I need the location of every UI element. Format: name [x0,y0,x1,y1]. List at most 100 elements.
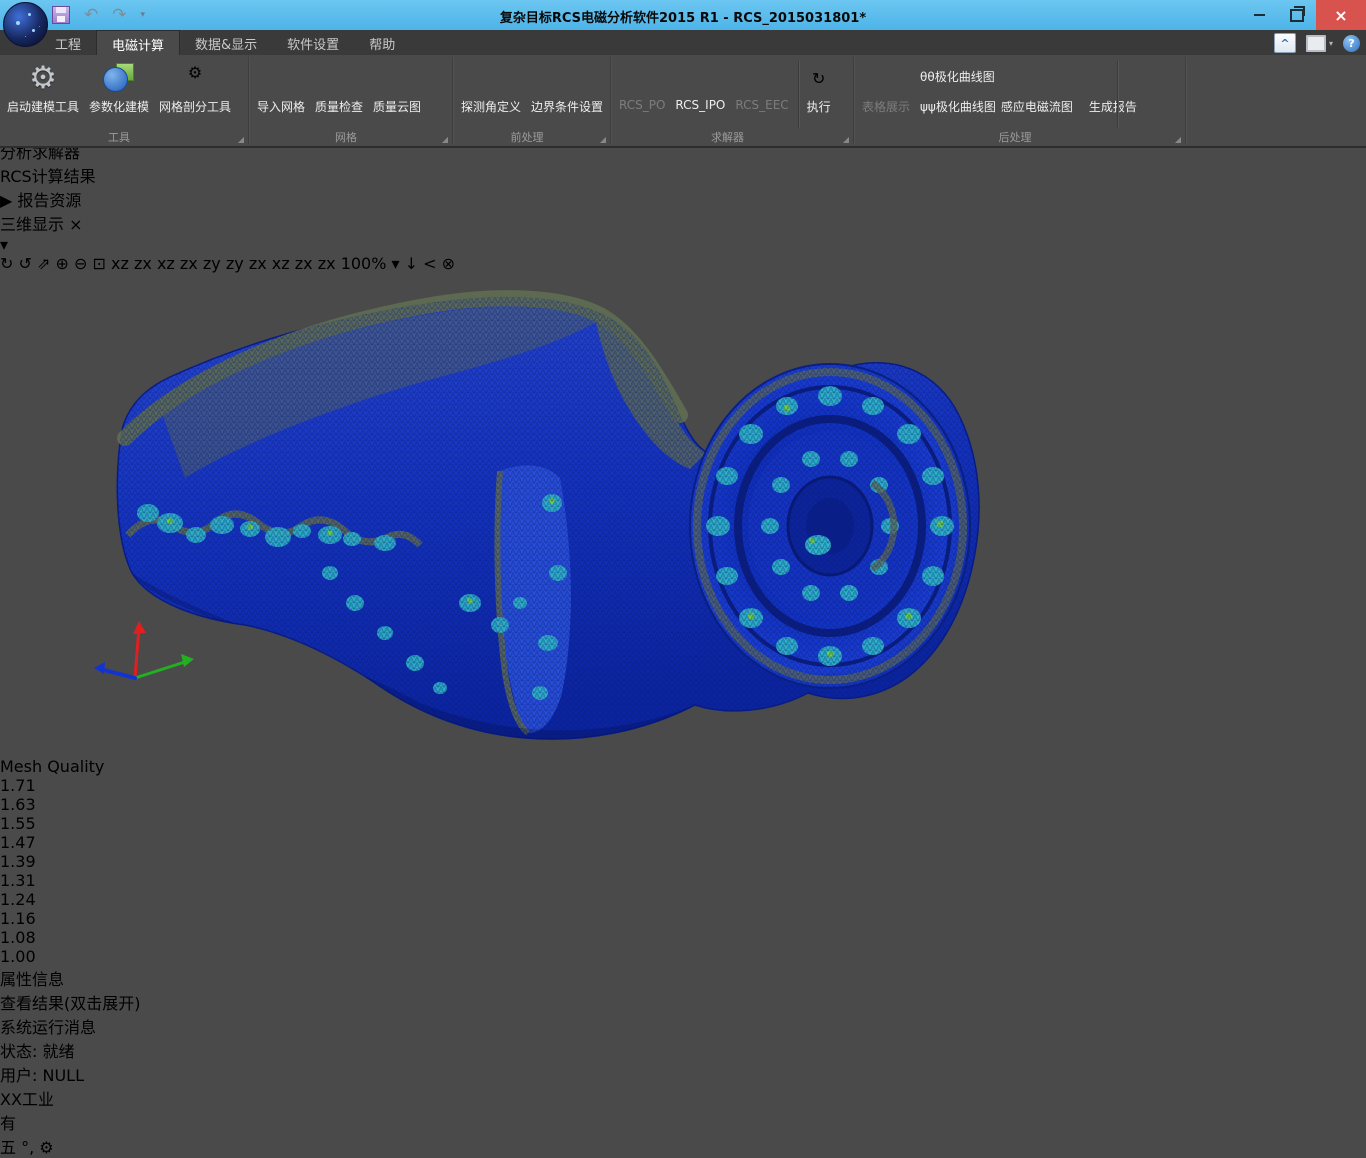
legend-entry: 1.31 [0,871,1366,890]
right-dock-strip: 属性信息 查看结果(双击展开) [0,966,1366,1014]
generate-report-button[interactable]: 生成报告 [1084,57,1142,115]
view-orientation-button[interactable]: zx [295,254,313,273]
legend-entry: 1.39 [0,852,1366,871]
flow-graph-icon[interactable]: < [423,254,436,273]
view-orientation-button[interactable]: xz [111,254,129,273]
mesh-tool-button[interactable]: ⚙ 网格剖分工具 [154,57,236,115]
menubar: 工程 电磁计算 数据&显示 软件设置 帮助 ^ ▾ ? [0,30,1366,55]
expander-icon[interactable]: ▶ [0,191,12,210]
restore-button[interactable] [1278,0,1316,30]
minimize-button[interactable] [1240,0,1278,30]
view-orientation-button[interactable]: xz [157,254,175,273]
zoom-in-icon[interactable]: ⊕ [56,254,69,273]
import-view-icon[interactable]: ↓ [405,254,418,273]
ribbon-group-preprocess: 探测角定义 边界条件设置 前处理 ◢ [454,55,610,146]
boundary-settings-button[interactable]: 边界条件设置 [526,57,608,115]
ime-toolbar: 五 °, ⚙ [0,1134,1366,1158]
launch-modeler-button[interactable]: ⚙ 启动建模工具 [2,57,84,115]
solver-po-button: RCS_PO [614,57,670,112]
app-logo-icon[interactable] [3,2,48,47]
view-orientation-button[interactable]: zx [318,254,336,273]
legend-entry: 1.55 [0,814,1366,833]
quality-cloud-button[interactable]: 质量云图 [368,57,426,115]
legend-entry: 1.16 [0,909,1366,928]
view-orientation-button[interactable]: zx [134,254,152,273]
tab-view-results[interactable]: 查看结果(双击展开) [0,990,1366,1014]
legend-entry: 1.47 [0,833,1366,852]
tab-help[interactable]: 帮助 [354,30,410,55]
tab-close-icon[interactable]: × [69,215,82,234]
viewport-tabbar: 三维显示 × ▾ [0,211,1366,254]
solver-ipo-button[interactable]: RCS_IPO [670,57,730,112]
legend-entry: 1.63 [0,795,1366,814]
quality-check-button[interactable]: 质量检查 [310,57,368,115]
group-launcher-icon[interactable]: ◢ [600,135,606,144]
help-icon[interactable]: ? [1343,35,1360,52]
view-orientation-button[interactable]: zy [203,254,221,273]
display-mode-icon[interactable]: ▾ [1306,35,1333,52]
tab-em-compute[interactable]: 电磁计算 [96,30,180,55]
tree-item-rcs-results[interactable]: RCS计算结果 [0,163,1366,187]
close-button[interactable]: × [1316,0,1366,30]
collapse-ribbon-icon[interactable]: ^ [1274,33,1296,53]
tab-system-messages[interactable]: 系统运行消息 [0,1014,1366,1038]
view-orientation-button[interactable]: zx [249,254,267,273]
zoom-level-value: 100% [341,254,387,273]
probe-angle-button[interactable]: 探测角定义 [456,57,526,115]
mesh-model [0,273,1143,753]
status-label: 状态: 就绪 [0,1042,74,1061]
viewport-canvas[interactable]: Mesh Quality 1.71 1.63 1.55 1.47 1.39 1.… [0,273,1366,966]
view-orientation-button[interactable]: zx [180,254,198,273]
run-refresh-icon: ↻ [812,69,825,88]
gear-icon: ⚙ [29,61,57,95]
zoom-level-control[interactable]: 100% ▾ [341,254,405,273]
theta-polar-curve-button[interactable]: θθ极化曲线图 [915,64,996,88]
tab-3d-display[interactable]: 三维显示 × [0,211,1366,235]
table-display-button: 表格展示 [857,57,915,115]
import-mesh-button[interactable]: 导入网格 [252,57,310,115]
ime-punctuation-icon[interactable]: °, [21,1138,34,1157]
psi-polar-curve-button[interactable]: ψψ极化曲线图 [915,94,996,118]
spin-view-icon[interactable]: ↺ [19,254,32,273]
pan-icon[interactable]: ⇗ [37,254,50,273]
status-right-text: XX工业 [0,1090,54,1109]
induced-current-map-button[interactable]: 感应电磁流图 [996,57,1078,115]
group-launcher-icon[interactable]: ◢ [238,135,244,144]
tree-item-report-resources[interactable]: ▶ 报告资源 [0,187,1366,211]
group-label-postprocess: 后处理 [855,129,1175,145]
zoom-out-icon[interactable]: ⊖ [74,254,87,273]
ribbon-group-mesh: 导入网格 质量检查 质量云图 网格 ◢ [250,55,452,146]
ime-mode-indicator[interactable]: 五 [0,1138,16,1157]
ime-settings-gear-icon[interactable]: ⚙ [39,1138,53,1157]
group-label-tools: 工具 [0,129,238,145]
window-title: 复杂目标RCS电磁分析软件2015 R1 - RCS_2015031801* [0,7,1366,26]
tabbar-overflow-icon[interactable]: ▾ [0,235,8,254]
ribbon-group-tools: ⚙ 启动建模工具 参数化建模 ⚙ 网格剖分工具 工具 ◢ [0,55,248,146]
orbit-rotate-icon[interactable]: ↻ [0,254,13,273]
tab-settings[interactable]: 软件设置 [272,30,354,55]
bottom-strip: 系统运行消息 [0,1014,1366,1038]
group-label-preprocess: 前处理 [454,129,600,145]
group-launcher-icon[interactable]: ◢ [442,135,448,144]
view-orientation-button[interactable]: xz [272,254,290,273]
legend-entry: 1.24 [0,890,1366,909]
mesh-quality-legend: Mesh Quality 1.71 1.63 1.55 1.47 1.39 1.… [0,757,1366,966]
legend-entry: 1.00 [0,947,1366,966]
close-view-icon[interactable]: ⊗ [442,254,455,273]
tab-property-info[interactable]: 属性信息 [0,966,1366,990]
tab-data-display[interactable]: 数据&显示 [180,30,272,55]
group-label-solver: 求解器 [612,129,843,145]
parametric-modeling-button[interactable]: 参数化建模 [84,57,154,115]
ribbon-group-postprocess: 表格展示 θθ极化曲线图 ψψ极化曲线图 感应电磁流图 生成报告 [855,55,1185,146]
chevron-down-icon[interactable]: ▾ [392,254,400,273]
solver-eec-button: RCS_EEC [730,57,793,112]
execute-button[interactable]: ↻ 执行 [802,57,836,115]
group-launcher-icon[interactable]: ◢ [1175,135,1181,144]
ribbon-group-solver: RCS_PO RCS_IPO RCS_EEC ↻ 执行 求解器 ◢ [612,55,853,146]
zoom-extents-icon[interactable]: ⊡ [93,254,106,273]
legend-entry: 1.08 [0,928,1366,947]
titlebar: ↶ ↷ ▾ 复杂目标RCS电磁分析软件2015 R1 - RCS_2015031… [0,0,1366,30]
group-launcher-icon[interactable]: ◢ [843,135,849,144]
view-orientation-button[interactable]: zy [226,254,244,273]
tab-project[interactable]: 工程 [40,30,96,55]
